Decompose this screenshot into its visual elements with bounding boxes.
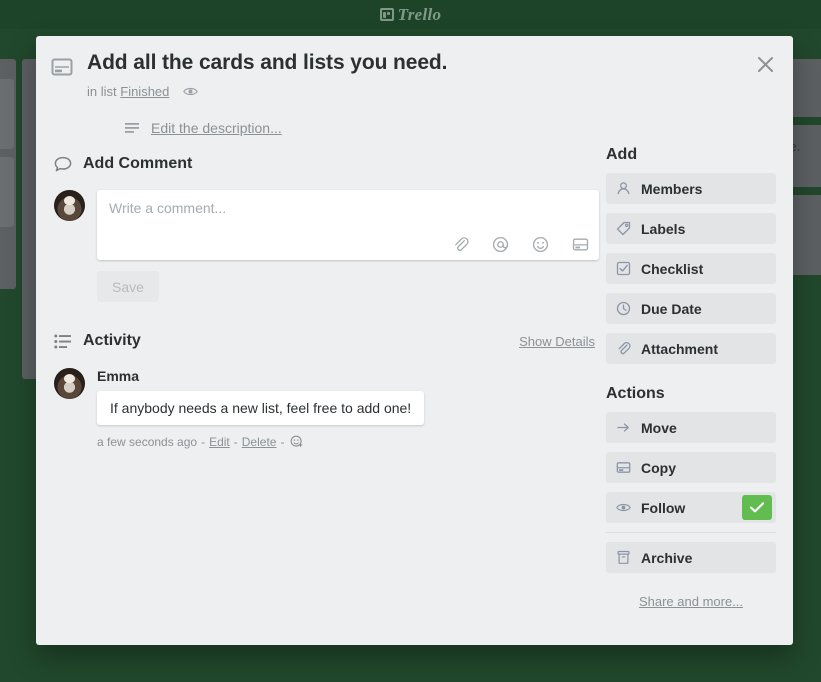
activity-section: Activity Show Details Emma If anybody ne… — [54, 332, 599, 449]
comment-input-box[interactable]: Write a comment... — [97, 190, 599, 260]
list-name-link[interactable]: Finished — [120, 84, 169, 99]
checklist-checkbox-icon — [616, 261, 631, 276]
comment-toolbar — [452, 236, 589, 253]
card-icon — [616, 460, 631, 475]
activity-meta: a few seconds ago - Edit - Delete - — [97, 435, 424, 449]
emoji-smiley-icon[interactable] — [532, 236, 549, 253]
in-list-prefix: in list — [87, 84, 117, 99]
activity-content: Emma If anybody needs a new list, feel f… — [97, 368, 425, 449]
member-person-icon — [616, 181, 631, 196]
background-card — [0, 79, 14, 149]
sidebar-item-label: Attachment — [641, 340, 719, 357]
add-comment-title: Add Comment — [83, 155, 193, 172]
activity-edit-link[interactable]: Edit — [209, 435, 230, 449]
sidebar-item-archive[interactable]: Archive — [606, 542, 776, 573]
sidebar-item-label: Copy — [641, 459, 676, 476]
card-list-info: in list Finished — [87, 84, 733, 99]
activity-comment-text[interactable]: If anybody needs a new list, feel free t… — [97, 391, 425, 425]
edit-description-link[interactable]: Edit the description... — [151, 120, 282, 136]
add-comment-heading: Add Comment — [54, 155, 599, 173]
sidebar-item-move[interactable]: Move — [606, 412, 776, 443]
add-reaction-icon[interactable] — [290, 435, 304, 449]
attachment-paperclip-icon[interactable] — [452, 236, 469, 253]
sidebar-item-label: Archive — [641, 549, 693, 566]
attachment-paperclip-icon — [616, 341, 631, 356]
close-icon[interactable] — [749, 48, 781, 80]
meta-separator: - — [201, 435, 206, 449]
meta-separator: - — [280, 435, 285, 449]
activity-title: Activity — [83, 332, 141, 349]
sidebar-actions-title: Actions — [606, 385, 665, 402]
activity-author: Emma — [97, 368, 140, 384]
arrow-right-icon — [616, 420, 631, 435]
sidebar-item-label: Labels — [641, 220, 686, 237]
sidebar-item-label: Move — [641, 419, 677, 436]
sidebar-item-due-date[interactable]: Due Date — [606, 293, 776, 324]
sidebar-item-label: Due Date — [641, 300, 702, 317]
card-header: Add all the cards and lists you need. in… — [50, 50, 733, 99]
eye-icon[interactable] — [183, 84, 199, 99]
sidebar-item-label: Checklist — [641, 260, 704, 277]
clock-icon — [616, 301, 631, 316]
trello-logo[interactable]: Trello — [379, 4, 442, 25]
description-lines-icon — [125, 122, 139, 135]
sidebar-item-labels[interactable]: Labels — [606, 213, 776, 244]
page-title: Add all the cards and lists you need. — [87, 51, 448, 74]
trello-board-icon — [379, 8, 394, 21]
show-details-link[interactable]: Show Details — [519, 334, 595, 349]
sidebar-item-members[interactable]: Members — [606, 173, 776, 204]
comment-composer: Write a comment... — [54, 190, 599, 260]
sidebar-item-follow[interactable]: Follow — [606, 492, 776, 523]
main-column: Add Comment Write a comment... Save Acti… — [54, 155, 599, 449]
mention-at-icon[interactable] — [492, 236, 509, 253]
sidebar-add-title: Add — [606, 146, 638, 163]
trello-logo-text: Trello — [397, 4, 442, 24]
sidebar-divider — [606, 532, 776, 533]
trello-topbar: Trello — [0, 0, 821, 29]
card-icon[interactable] — [572, 236, 589, 253]
avatar[interactable] — [54, 368, 85, 399]
background-card — [0, 157, 14, 227]
activity-heading: Activity — [54, 332, 599, 350]
archive-box-icon — [616, 550, 631, 565]
activity-list-icon — [54, 333, 72, 350]
avatar[interactable] — [54, 190, 85, 221]
activity-delete-link[interactable]: Delete — [242, 435, 277, 449]
sidebar-item-attachment[interactable]: Attachment — [606, 333, 776, 364]
sidebar-item-copy[interactable]: Copy — [606, 452, 776, 483]
label-tag-icon — [616, 221, 631, 236]
sidebar: Add Members Labels Checklist Due Date At… — [606, 146, 776, 609]
card-detail-modal: Add all the cards and lists you need. in… — [36, 36, 793, 645]
comment-placeholder: Write a comment... — [109, 200, 227, 216]
follow-status-badge[interactable] — [742, 495, 772, 520]
speech-bubble-icon — [54, 156, 72, 173]
card-icon — [50, 55, 74, 79]
activity-item: Emma If anybody needs a new list, feel f… — [54, 368, 599, 449]
share-and-more-link[interactable]: Share and more... — [606, 594, 776, 609]
in-list-text: in list Finished — [87, 84, 169, 99]
sidebar-item-checklist[interactable]: Checklist — [606, 253, 776, 284]
save-button[interactable]: Save — [97, 271, 159, 302]
eye-icon — [616, 500, 631, 515]
edit-description-row[interactable]: Edit the description... — [125, 120, 282, 136]
sidebar-item-label: Follow — [641, 499, 686, 516]
activity-timestamp: a few seconds ago — [97, 435, 198, 449]
app-root: Trello ore. — [0, 0, 821, 682]
check-icon — [749, 502, 765, 513]
sidebar-item-label: Members — [641, 180, 703, 197]
meta-separator: - — [233, 435, 238, 449]
